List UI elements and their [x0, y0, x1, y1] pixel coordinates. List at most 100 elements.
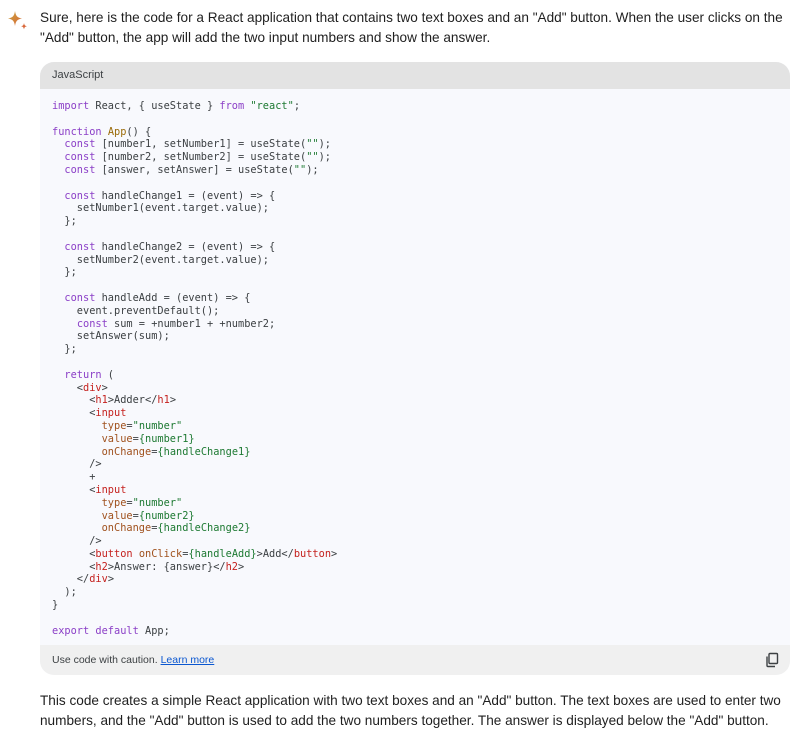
code-line: <input [52, 407, 778, 420]
code-line: const handleChange1 = (event) => { [52, 190, 778, 203]
code-line: return ( [52, 369, 778, 382]
code-token: div [83, 381, 102, 394]
code-token: setNumber2(event.target.value); [52, 253, 269, 266]
code-line: onChange={handleChange2} [52, 522, 778, 535]
code-token: () { [126, 125, 152, 138]
code-body: import React, { useState } from "react";… [40, 89, 790, 645]
code-token: const [64, 151, 96, 164]
code-token: div [89, 573, 108, 586]
code-line: export default App; [52, 625, 778, 638]
code-token: default [95, 624, 139, 637]
code-token: < [52, 381, 83, 394]
code-token: "number" [132, 496, 183, 509]
code-token: "react" [250, 100, 294, 112]
code-token: >Adder</ [107, 394, 158, 407]
code-token: > [238, 560, 245, 573]
code-line: type="number" [52, 420, 778, 433]
code-line: const [number2, setNumber2] = useState("… [52, 151, 778, 164]
code-token: < [52, 560, 96, 573]
code-token: value [101, 432, 133, 445]
code-token: ); [318, 151, 331, 164]
code-token: </ [52, 573, 90, 586]
code-line: setNumber1(event.target.value); [52, 202, 778, 215]
code-token: "" [293, 163, 307, 176]
caution-text: Use code with caution. [52, 654, 161, 666]
code-token: > [101, 381, 108, 394]
code-token: const [64, 138, 96, 151]
code-line: onChange={handleChange1} [52, 446, 778, 459]
code-token: onClick [138, 547, 183, 560]
code-line: ); [52, 586, 778, 599]
code-token: const [76, 317, 108, 330]
code-footer: Use code with caution. Learn more [40, 645, 790, 675]
code-line: const [number1, setNumber1] = useState("… [52, 138, 778, 151]
code-line: <div> [52, 382, 778, 395]
code-token: + [52, 471, 96, 484]
code-line: </div> [52, 573, 778, 586]
code-token: }; [52, 215, 77, 228]
code-token: > [331, 547, 338, 560]
code-token: > [107, 573, 115, 586]
code-token: >Answer: {answer}</ [107, 560, 226, 573]
code-token: < [52, 547, 96, 560]
code-line: <h1>Adder</h1> [52, 394, 778, 407]
learn-more-link[interactable]: Learn more [161, 654, 215, 666]
code-token: value [101, 509, 133, 522]
code-token: < [52, 483, 96, 496]
code-token: button [293, 547, 332, 560]
code-token: >Add</ [256, 547, 294, 560]
code-token: ; [293, 100, 301, 112]
code-token: {handleChange1} [157, 445, 251, 458]
code-token: {handleAdd} [188, 547, 257, 560]
code-token: handleChange1 = (event) => { [95, 189, 276, 202]
code-token: {number1} [138, 432, 195, 445]
code-token: type [101, 419, 127, 432]
code-line: event.preventDefault(); [52, 305, 778, 318]
code-token: h2 [95, 560, 108, 573]
code-line: type="number" [52, 497, 778, 510]
code-line: /> [52, 458, 778, 471]
code-line: + [52, 471, 778, 484]
code-line: const sum = +number1 + +number2; [52, 318, 778, 331]
code-line: value={number2} [52, 510, 778, 523]
code-token: App; [138, 624, 170, 637]
code-token: "" [306, 151, 319, 164]
code-token: input [95, 483, 127, 496]
code-token: "" [306, 138, 319, 151]
code-token: h1 [157, 394, 170, 407]
code-token: } [52, 599, 59, 612]
code-line: value={number1} [52, 433, 778, 446]
code-token: event.preventDefault(); [52, 304, 220, 317]
code-line: }; [52, 266, 778, 279]
code-token: ); [306, 163, 319, 176]
code-token: from [219, 100, 245, 112]
code-token: const [64, 240, 96, 253]
code-token: const [64, 189, 96, 202]
code-line: <h2>Answer: {answer}</h2> [52, 561, 778, 574]
code-token: ( [101, 368, 115, 381]
copy-icon[interactable] [764, 652, 780, 668]
response-outro: This code creates a simple React applica… [40, 693, 781, 728]
code-token: < [52, 394, 96, 407]
code-token: h1 [95, 394, 108, 407]
code-line: const handleAdd = (event) => { [52, 292, 778, 305]
code-token: App [107, 125, 127, 138]
code-token: handleAdd = (event) => { [95, 291, 251, 304]
code-line: setNumber2(event.target.value); [52, 254, 778, 267]
code-token: import [52, 100, 90, 112]
code-token: ); [318, 138, 331, 151]
